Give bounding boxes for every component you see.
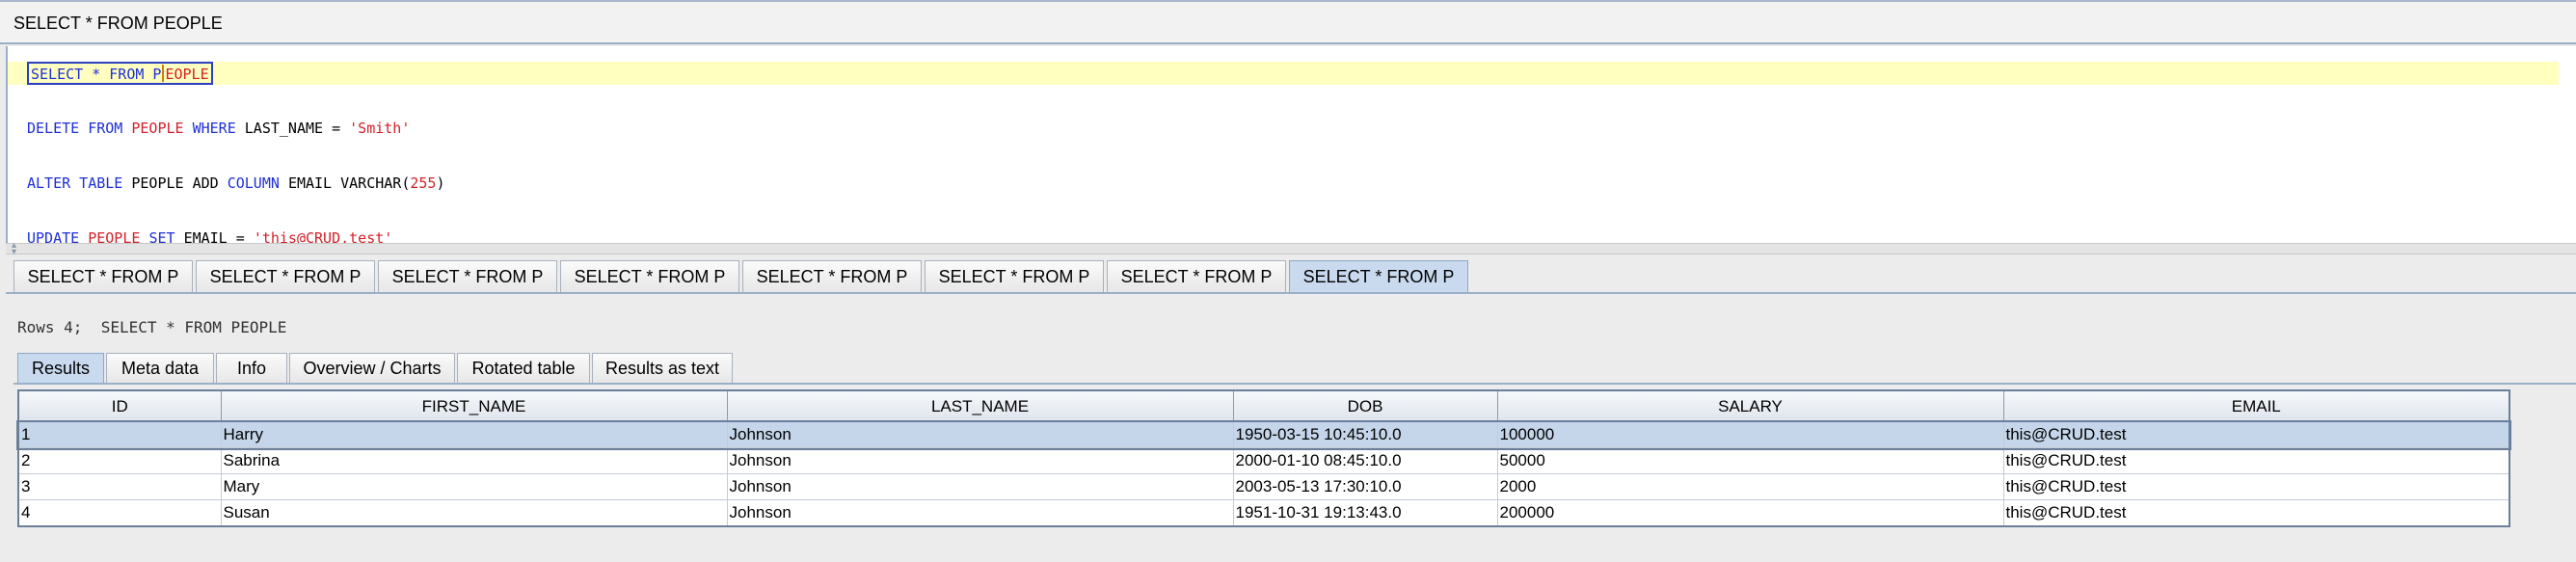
table-cell[interactable]: this@CRUD.test [2002, 499, 2510, 527]
table-cell[interactable]: 200000 [1496, 499, 2004, 527]
table-cell[interactable]: 2003-05-13 17:30:10.0 [1232, 473, 1498, 500]
tab-overview-charts[interactable]: Overview / Charts [289, 353, 455, 384]
table-cell[interactable]: 3 [17, 473, 222, 500]
tab-meta-data[interactable]: Meta data [106, 353, 214, 384]
table-cell[interactable]: Johnson [726, 447, 1234, 474]
tab-info[interactable]: Info [216, 353, 287, 384]
sql-keyword: COLUMN [227, 174, 280, 192]
table-header-row: ID FIRST_NAME LAST_NAME DOB SALARY EMAIL [17, 389, 2510, 422]
tab-results-as-text[interactable]: Results as text [592, 353, 733, 384]
table-cell[interactable]: 2 [17, 447, 222, 474]
collapse-arrows-icon[interactable]: ▴ ▾ [12, 241, 16, 257]
table-cell[interactable]: Susan [220, 499, 728, 527]
column-header-first-name[interactable]: FIRST_NAME [220, 389, 728, 422]
column-header-email[interactable]: EMAIL [2002, 389, 2510, 422]
table-cell[interactable]: this@CRUD.test [2002, 421, 2510, 448]
query-tab[interactable]: SELECT * FROM P [1107, 260, 1286, 293]
sql-keyword: DELETE FROM [27, 120, 123, 137]
sql-text: LAST_NAME = [244, 120, 341, 137]
table-cell[interactable]: 4 [17, 499, 222, 527]
sql-keyword: ALTER TABLE [27, 174, 123, 192]
query-tab-active[interactable]: SELECT * FROM P [1289, 260, 1468, 293]
table-cell[interactable]: Johnson [726, 499, 1234, 527]
column-header-id[interactable]: ID [17, 389, 222, 422]
query-tab[interactable]: SELECT * FROM P [560, 260, 739, 293]
column-header-salary[interactable]: SALARY [1496, 389, 2004, 422]
statement-text-part2: EOPLE [165, 66, 209, 83]
table-cell[interactable]: Sabrina [220, 447, 728, 474]
column-header-last-name[interactable]: LAST_NAME [726, 389, 1234, 422]
window-title-bar: SELECT * FROM PEOPLE [0, 0, 2576, 44]
table-cell[interactable]: 1950-03-15 10:45:10.0 [1232, 421, 1498, 448]
editor-line-2[interactable]: DELETE FROM PEOPLE WHERE LAST_NAME = 'Sm… [27, 117, 410, 140]
query-tab[interactable]: SELECT * FROM P [196, 260, 375, 293]
table-cell[interactable]: 2000-01-10 08:45:10.0 [1232, 447, 1498, 474]
table-cell[interactable]: Johnson [726, 473, 1234, 500]
result-tab-divider [13, 383, 2576, 385]
editor-line-3[interactable]: ALTER TABLE PEOPLE ADD COLUMN EMAIL VARC… [27, 172, 445, 195]
tab-rotated-table[interactable]: Rotated table [457, 353, 590, 384]
table-cell[interactable]: this@CRUD.test [2002, 447, 2510, 474]
window-title: SELECT * FROM PEOPLE [13, 13, 223, 33]
table-cell[interactable]: 1951-10-31 19:13:43.0 [1232, 499, 1498, 527]
statement-text-part1: SELECT * FROM P [31, 66, 162, 83]
pane-splitter[interactable]: ▴ ▾ [6, 241, 2576, 257]
sql-string: 'Smith' [349, 120, 411, 137]
sql-text: ) [436, 174, 445, 192]
column-header-dob[interactable]: DOB [1232, 389, 1498, 422]
table-cell[interactable]: this@CRUD.test [2002, 473, 2510, 500]
query-tab-divider [6, 292, 2576, 294]
table-row[interactable]: 4 Susan Johnson 1951-10-31 19:13:43.0 20… [17, 499, 2510, 527]
results-table: ID FIRST_NAME LAST_NAME DOB SALARY EMAIL… [16, 389, 2511, 527]
sql-table-name: PEOPLE [131, 120, 184, 137]
query-tab[interactable]: SELECT * FROM P [378, 260, 557, 293]
query-tab[interactable]: SELECT * FROM P [13, 260, 193, 293]
table-row[interactable]: 3 Mary Johnson 2003-05-13 17:30:10.0 200… [17, 473, 2510, 500]
rows-info: Rows 4; SELECT * FROM PEOPLE [17, 318, 287, 336]
table-cell[interactable]: 50000 [1496, 447, 2004, 474]
sql-text: EMAIL VARCHAR( [287, 174, 411, 192]
sql-keyword: WHERE [192, 120, 236, 137]
sql-text: PEOPLE ADD [131, 174, 219, 192]
table-cell[interactable]: 1 [17, 421, 222, 448]
table-cell[interactable]: Harry [220, 421, 728, 448]
table-cell[interactable]: Johnson [726, 421, 1234, 448]
tab-results[interactable]: Results [17, 353, 104, 384]
table-row[interactable]: 2 Sabrina Johnson 2000-01-10 08:45:10.0 … [17, 447, 2510, 474]
query-tab[interactable]: SELECT * FROM P [742, 260, 922, 293]
selected-statement[interactable]: SELECT * FROM P EOPLE [27, 62, 213, 85]
table-cell[interactable]: 2000 [1496, 473, 2004, 500]
sql-editor[interactable]: SELECT * FROM P EOPLE DELETE FROM PEOPLE … [6, 46, 2576, 247]
query-tab[interactable]: SELECT * FROM P [925, 260, 1104, 293]
sql-number: 255 [410, 174, 437, 192]
table-cell[interactable]: 100000 [1496, 421, 2004, 448]
table-cell[interactable]: Mary [220, 473, 728, 500]
table-row[interactable]: 1 Harry Johnson 1950-03-15 10:45:10.0 10… [16, 419, 2511, 450]
editor-line-1[interactable]: SELECT * FROM P EOPLE [8, 62, 2559, 85]
